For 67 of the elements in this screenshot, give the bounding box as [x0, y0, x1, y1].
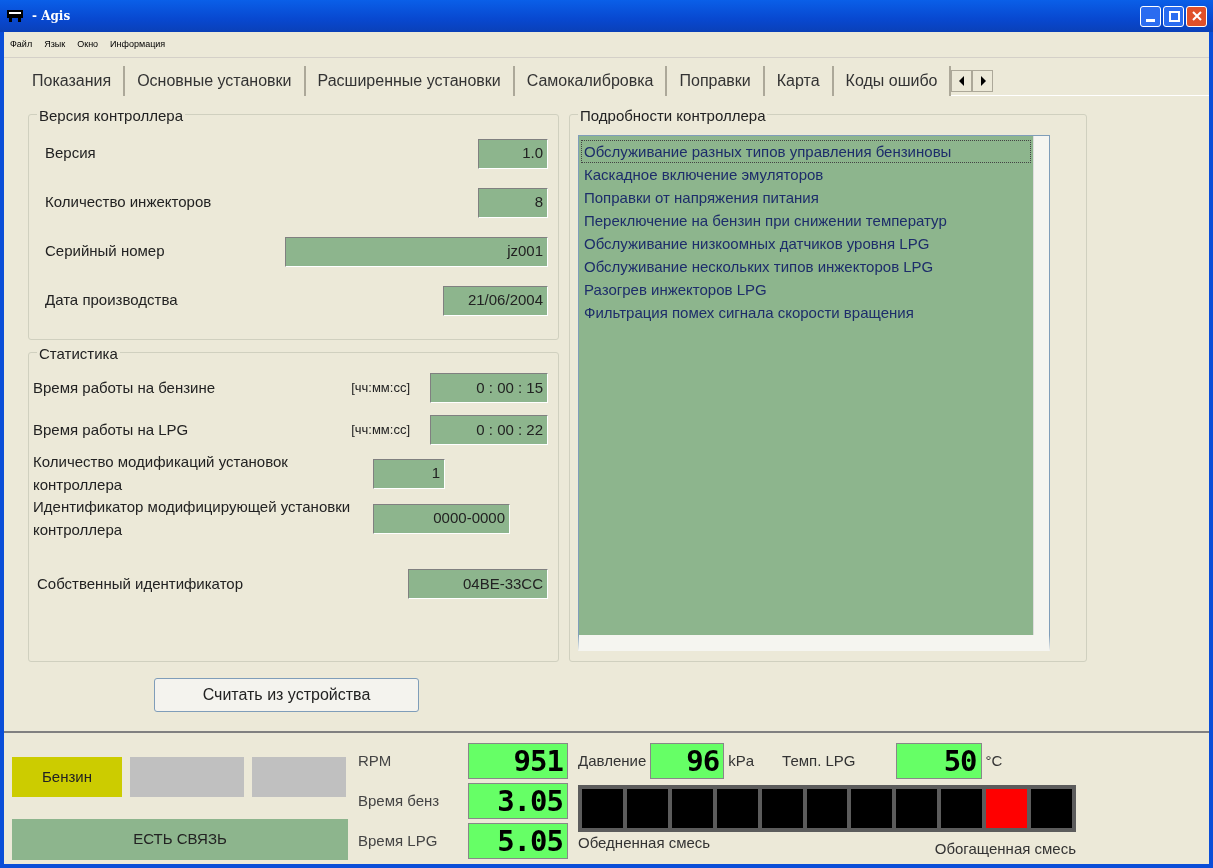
digital-readout: 951: [468, 743, 568, 779]
readout-label: Давление: [578, 750, 647, 771]
minimize-icon: [1146, 18, 1155, 22]
read-button[interactable]: Считать из устройства: [154, 678, 419, 712]
list-item[interactable]: Обслуживание низкоомных датчиков уровня LPG: [581, 232, 1031, 255]
minimize-button[interactable]: [1140, 5, 1161, 27]
value-field: 0 : 00 : 15: [430, 373, 548, 403]
app-icon: [6, 9, 24, 23]
tab[interactable]: Основные установки: [125, 66, 306, 96]
menu-item[interactable]: Окно: [77, 37, 99, 52]
tab[interactable]: Самокалибровка: [514, 66, 668, 96]
connection-status: ЕСТЬ СВЯЗЬ: [12, 819, 348, 860]
list-item[interactable]: Фильтрация помех сигнала скорости вращения: [581, 301, 1031, 324]
field-label: Количество инжекторов: [45, 192, 213, 213]
digital-readout: 5.05: [468, 823, 568, 859]
field-label: Собственный идентификатор: [37, 573, 245, 594]
value-field: jz001: [285, 236, 548, 267]
list-item[interactable]: Поправки от напряжения питания: [581, 186, 1031, 209]
digital-readout: 50: [895, 743, 982, 779]
tab[interactable]: Карта: [764, 66, 834, 96]
status-indicator: Бензин: [12, 757, 122, 797]
tab[interactable]: Показания: [20, 66, 126, 96]
close-button[interactable]: [1186, 5, 1207, 27]
mixture-label: Обедненная смесь: [578, 832, 711, 853]
digital-readout: 3.05: [468, 783, 568, 819]
field-label: Время работы на бензине: [33, 377, 217, 398]
field-label: Дата производства: [45, 290, 179, 311]
field-label: Версия: [45, 143, 97, 164]
value-field: 8: [478, 187, 548, 218]
tab-scroll-right-button[interactable]: [972, 70, 994, 92]
unit-label: [чч:мм:сс]: [351, 379, 410, 398]
menu-item[interactable]: Язык: [44, 37, 66, 52]
unit-label: [чч:мм:сс]: [351, 421, 410, 440]
field-label: Количество модификаций установок контроллера: [33, 452, 289, 495]
field-label: Серийный номер: [45, 241, 166, 262]
list-item[interactable]: Обслуживание нескольких типов инжекторов LPG: [581, 255, 1031, 278]
tab-scroll-left-button[interactable]: [951, 70, 973, 92]
mixture-label: Обогащенная смесь: [934, 838, 1076, 859]
value-field: 1.0: [478, 138, 548, 169]
unit-label: kPa: [728, 750, 755, 771]
readout-label: Время LPG: [358, 830, 439, 851]
readout-label: Темп. LPG: [782, 750, 856, 771]
value-field: 1: [373, 458, 445, 489]
readout-label: RPM: [358, 750, 393, 771]
readout-label: Время бенз: [358, 790, 441, 811]
list-item[interactable]: Переключение на бензин при снижении температур: [581, 209, 1031, 232]
vertical-scrollbar[interactable]: [1033, 136, 1049, 635]
maximize-icon: [1166, 9, 1181, 23]
tab[interactable]: Поправки: [667, 66, 765, 96]
window-title: - Agis: [32, 8, 72, 25]
tab[interactable]: Расширенные установки: [305, 66, 515, 96]
digital-readout: 96: [650, 743, 725, 779]
value-field: 04BE-33CC: [408, 569, 548, 599]
value-field: 21/06/2004: [443, 285, 548, 316]
menu-item[interactable]: Информация: [110, 37, 166, 52]
value-field: 0000-0000: [373, 503, 510, 534]
list-item[interactable]: Обслуживание разных типов управления бензиновы: [581, 140, 1031, 163]
list-item[interactable]: Разогрев инжекторов LPG: [581, 278, 1031, 301]
list-item[interactable]: Каскадное включение эмуляторов: [581, 163, 1031, 186]
field-label: Идентификатор модифицирующей установки контроллера: [33, 497, 352, 540]
unit-label: °C: [985, 750, 1003, 771]
value-field: 0 : 00 : 22: [430, 415, 548, 445]
maximize-button[interactable]: [1163, 5, 1184, 27]
tab[interactable]: Коды ошибо: [833, 66, 952, 96]
field-label: Время работы на LPG: [33, 419, 190, 440]
close-icon: [1189, 9, 1204, 23]
menu-item[interactable]: Файл: [10, 37, 33, 52]
